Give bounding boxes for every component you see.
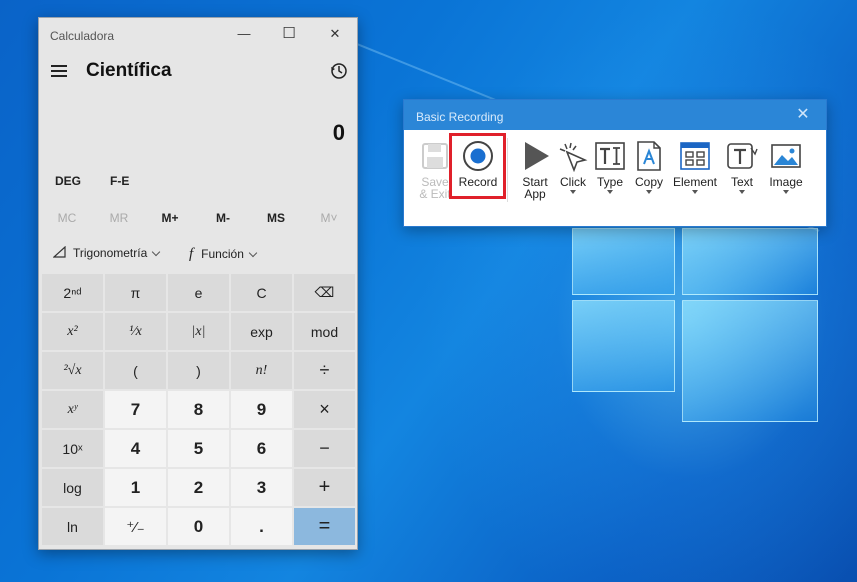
maximize-button[interactable]: ☐ — [274, 24, 304, 44]
function-dropdown[interactable]: f Función — [189, 246, 258, 263]
function-icon: f — [189, 246, 194, 262]
display-value: 0 — [332, 120, 345, 145]
click-label: Click — [560, 175, 586, 189]
backspace-key[interactable]: ⌫ — [294, 274, 355, 311]
memory-clear-button[interactable]: MC — [42, 211, 92, 225]
clear-key[interactable]: C — [231, 274, 292, 311]
type-button[interactable]: Type — [593, 140, 627, 194]
trigonometry-label: Trigonometría — [73, 246, 148, 260]
element-button[interactable]: Element — [672, 140, 718, 194]
recorder-title: Basic Recording — [416, 110, 504, 124]
log-key[interactable]: log — [42, 469, 103, 506]
exp-key[interactable]: exp — [231, 313, 292, 350]
window-title: Calculadora — [50, 29, 115, 43]
chevron-down-icon — [692, 190, 698, 194]
equals-key[interactable]: = — [294, 508, 355, 545]
absolute-key[interactable]: |x| — [168, 313, 229, 350]
chevron-down-icon — [783, 190, 789, 194]
square-key[interactable]: x² — [42, 313, 103, 350]
negate-key[interactable]: ⁺⁄₋ — [105, 508, 166, 545]
text-type-icon — [595, 142, 625, 170]
cursor-click-icon — [559, 142, 588, 172]
power-key[interactable]: xʸ — [42, 391, 103, 428]
image-button[interactable]: Image — [766, 140, 806, 194]
digit-7-key[interactable]: 7 — [105, 391, 166, 428]
chevron-down-icon — [152, 247, 161, 257]
trigonometry-dropdown[interactable]: Trigonometría — [52, 245, 161, 260]
recorder-close-button[interactable]: ✕ — [790, 105, 816, 125]
mod-key[interactable]: mod — [294, 313, 355, 350]
angle-mode-button[interactable]: DEG — [55, 174, 81, 188]
triangle-ruler-icon — [52, 245, 66, 258]
digit-3-key[interactable]: 3 — [231, 469, 292, 506]
function-label: Función — [201, 247, 244, 261]
digit-6-key[interactable]: 6 — [231, 430, 292, 467]
memory-recall-button[interactable]: MR — [94, 211, 144, 225]
memory-add-button[interactable]: M+ — [145, 211, 195, 225]
copy-icon — [637, 141, 661, 171]
open-paren-key[interactable]: ( — [105, 352, 166, 389]
copy-label: Copy — [634, 175, 663, 189]
close-paren-key[interactable]: ) — [168, 352, 229, 389]
calculator-window: Calculadora — ☐ ✕ Científica 0 DEG F-E M… — [38, 17, 358, 550]
recorder-titlebar[interactable]: Basic Recording ✕ — [404, 100, 826, 130]
add-key[interactable]: + — [294, 469, 355, 506]
chevron-down-icon — [248, 248, 258, 258]
decimal-key[interactable]: . — [231, 508, 292, 545]
history-icon[interactable] — [329, 61, 349, 81]
digit-2-key[interactable]: 2 — [168, 469, 229, 506]
square-root-key[interactable]: ²√x — [42, 352, 103, 389]
ten-power-key[interactable]: 10ˣ — [42, 430, 103, 467]
fe-button[interactable]: F-E — [110, 174, 129, 188]
digit-0-key[interactable]: 0 — [168, 508, 229, 545]
chevron-down-icon — [739, 190, 745, 194]
calculator-titlebar[interactable]: Calculadora — ☐ ✕ — [39, 18, 357, 50]
euler-key[interactable]: e — [168, 274, 229, 311]
digit-1-key[interactable]: 1 — [105, 469, 166, 506]
digit-5-key[interactable]: 5 — [168, 430, 229, 467]
hamburger-menu-icon[interactable] — [49, 60, 71, 82]
chevron-down-icon — [607, 190, 613, 194]
save-exit-label: Save & Exit — [419, 175, 451, 201]
divide-key[interactable]: ÷ — [294, 352, 355, 389]
toolbar-separator — [507, 138, 508, 202]
click-button[interactable]: Click — [555, 140, 591, 194]
minimize-button[interactable]: — — [229, 24, 259, 44]
play-icon — [525, 142, 549, 170]
memory-list-button[interactable]: M˅ — [304, 211, 354, 225]
digit-9-key[interactable]: 9 — [231, 391, 292, 428]
chevron-down-icon — [646, 190, 652, 194]
factorial-key[interactable]: n! — [231, 352, 292, 389]
start-app-label: Start App — [522, 175, 548, 201]
subtract-key[interactable]: − — [294, 430, 355, 467]
element-label: Element — [672, 175, 718, 189]
second-function-key[interactable]: 2ⁿᵈ — [42, 274, 103, 311]
close-button[interactable]: ✕ — [320, 24, 350, 44]
memory-subtract-button[interactable]: M- — [198, 211, 248, 225]
digit-4-key[interactable]: 4 — [105, 430, 166, 467]
keypad: 2ⁿᵈ π e C ⌫ x² ¹⁄x |x| exp mod ²√x ( ) n… — [41, 273, 357, 549]
text-button[interactable]: Text — [724, 140, 760, 194]
image-label: Image — [769, 175, 803, 189]
ln-key[interactable]: ln — [42, 508, 103, 545]
chevron-down-icon — [570, 190, 576, 194]
element-icon — [680, 142, 710, 170]
start-app-button[interactable]: Start App — [514, 140, 556, 200]
digit-8-key[interactable]: 8 — [168, 391, 229, 428]
type-label: Type — [596, 175, 623, 189]
mode-title: Científica — [86, 60, 172, 81]
image-icon — [771, 144, 801, 168]
pi-key[interactable]: π — [105, 274, 166, 311]
memory-store-button[interactable]: MS — [251, 211, 301, 225]
reciprocal-key[interactable]: ¹⁄x — [105, 313, 166, 350]
text-label: Text — [730, 175, 753, 189]
multiply-key[interactable]: × — [294, 391, 355, 428]
copy-button[interactable]: Copy — [631, 140, 667, 194]
save-icon — [422, 143, 448, 169]
text-icon — [727, 143, 758, 169]
record-highlight-box — [449, 133, 506, 199]
